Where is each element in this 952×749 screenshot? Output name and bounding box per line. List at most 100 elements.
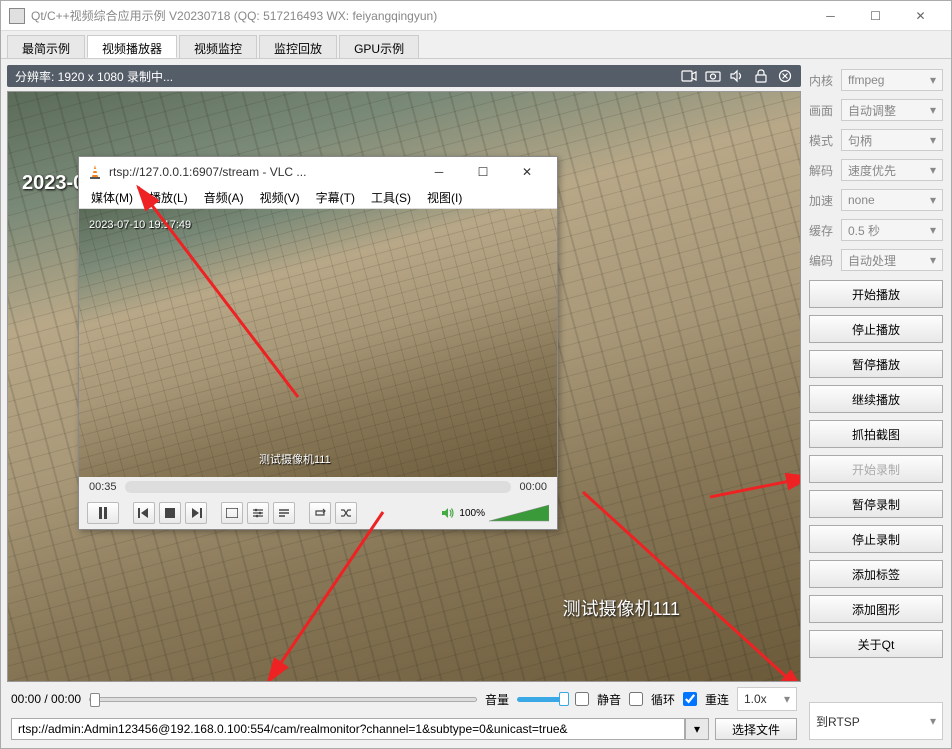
vlc-menu-tools[interactable]: 工具(S) bbox=[371, 189, 411, 206]
vlc-video-view[interactable]: 2023-07-10 19:17:49 测试摄像机111 bbox=[79, 209, 557, 477]
video-view[interactable]: 2023-0 测试摄像机111 测试摄像机111 rtsp://127.0.0.… bbox=[7, 91, 801, 682]
vlc-prev-button[interactable] bbox=[133, 502, 155, 524]
url-dropdown-button[interactable]: ▾ bbox=[685, 718, 709, 740]
volume-label: 音量 bbox=[485, 691, 509, 708]
seek-slider[interactable] bbox=[89, 697, 477, 702]
vlc-menu-media[interactable]: 媒体(M) bbox=[91, 189, 133, 206]
vlc-volume-wedge[interactable] bbox=[489, 504, 549, 522]
vlc-speaker-icon[interactable] bbox=[441, 506, 455, 520]
status-text: 分辨率: 1920 x 1080 录制中... bbox=[15, 68, 681, 85]
vlc-minimize-button[interactable]: ─ bbox=[417, 158, 461, 186]
window-title: Qt/C++视频综合应用示例 V20230718 (QQ: 517216493 … bbox=[31, 7, 808, 24]
camera-icon[interactable] bbox=[705, 69, 721, 83]
reconnect-label: 重连 bbox=[705, 691, 729, 708]
mute-checkbox[interactable] bbox=[575, 692, 589, 706]
sound-icon[interactable] bbox=[729, 69, 745, 83]
vlc-osd-watermark: 测试摄像机111 bbox=[259, 451, 331, 467]
reconnect-checkbox[interactable] bbox=[683, 692, 697, 706]
btn-snapshot[interactable]: 抓拍截图 bbox=[809, 420, 943, 448]
vlc-stop-button[interactable] bbox=[159, 502, 181, 524]
vlc-current-time: 00:35 bbox=[89, 481, 117, 493]
vlc-loop-button[interactable] bbox=[309, 502, 331, 524]
tab-playback[interactable]: 监控回放 bbox=[259, 35, 337, 58]
tab-player[interactable]: 视频播放器 bbox=[87, 35, 177, 58]
vlc-cone-icon bbox=[87, 164, 103, 180]
close-osd-icon[interactable] bbox=[777, 69, 793, 83]
label-cache: 缓存 bbox=[809, 222, 837, 239]
vlc-title: rtsp://127.0.0.1:6907/stream - VLC ... bbox=[109, 165, 417, 179]
minimize-button[interactable]: ─ bbox=[808, 2, 853, 30]
combo-codec[interactable]: 自动处理 bbox=[841, 249, 943, 271]
vlc-close-button[interactable]: ✕ bbox=[505, 158, 549, 186]
btn-add-shape[interactable]: 添加图形 bbox=[809, 595, 943, 623]
vlc-menu-subtitle[interactable]: 字幕(T) bbox=[316, 189, 355, 206]
loop-checkbox[interactable] bbox=[629, 692, 643, 706]
playback-time: 00:00 / 00:00 bbox=[11, 692, 81, 706]
combo-cache[interactable]: 0.5 秒 bbox=[841, 219, 943, 241]
combo-screen[interactable]: 自动调整 bbox=[841, 99, 943, 121]
tab-monitor[interactable]: 视频监控 bbox=[179, 35, 257, 58]
vlc-menu-play[interactable]: 播放(L) bbox=[149, 189, 188, 206]
btn-start-play[interactable]: 开始播放 bbox=[809, 280, 943, 308]
volume-slider[interactable] bbox=[517, 697, 567, 702]
osd-watermark: 测试摄像机111 bbox=[563, 595, 680, 621]
osd-date: 2023-0 bbox=[22, 172, 84, 195]
btn-pause-record[interactable]: 暂停录制 bbox=[809, 490, 943, 518]
label-mode: 模式 bbox=[809, 132, 837, 149]
vlc-next-button[interactable] bbox=[185, 502, 207, 524]
vlc-seekbar: 00:35 00:00 bbox=[79, 477, 557, 497]
vlc-maximize-button[interactable]: ☐ bbox=[461, 158, 505, 186]
url-row: ▾ 选择文件 bbox=[7, 716, 801, 742]
combo-mode[interactable]: 句柄 bbox=[841, 129, 943, 151]
vlc-end-time: 00:00 bbox=[519, 481, 547, 493]
titlebar: Qt/C++视频综合应用示例 V20230718 (QQ: 517216493 … bbox=[1, 1, 951, 31]
btn-pause-play[interactable]: 暂停播放 bbox=[809, 350, 943, 378]
vlc-fullscreen-button[interactable] bbox=[221, 502, 243, 524]
close-button[interactable]: ✕ bbox=[898, 2, 943, 30]
record-icon[interactable] bbox=[681, 69, 697, 83]
mute-label: 静音 bbox=[597, 691, 621, 708]
loop-label: 循环 bbox=[651, 691, 675, 708]
btn-about-qt[interactable]: 关于Qt bbox=[809, 630, 943, 658]
app-icon bbox=[9, 8, 25, 24]
vlc-playlist-button[interactable] bbox=[273, 502, 295, 524]
vlc-osd-time: 2023-07-10 19:17:49 bbox=[89, 219, 191, 231]
btn-stop-play[interactable]: 停止播放 bbox=[809, 315, 943, 343]
btn-add-label[interactable]: 添加标签 bbox=[809, 560, 943, 588]
side-panel: 内核ffmpeg 画面自动调整 模式句柄 解码速度优先 加速none 缓存0.5… bbox=[807, 65, 945, 742]
tab-gpu[interactable]: GPU示例 bbox=[339, 35, 419, 58]
btn-resume-play[interactable]: 继续播放 bbox=[809, 385, 943, 413]
label-decode: 解码 bbox=[809, 162, 837, 179]
combo-accel[interactable]: none bbox=[841, 189, 943, 211]
vlc-extended-button[interactable] bbox=[247, 502, 269, 524]
combo-core[interactable]: ffmpeg bbox=[841, 69, 943, 91]
vlc-menu-video[interactable]: 视频(V) bbox=[260, 189, 300, 206]
vlc-menu-audio[interactable]: 音频(A) bbox=[204, 189, 244, 206]
tab-bar: 最简示例 视频播放器 视频监控 监控回放 GPU示例 bbox=[1, 31, 951, 59]
label-screen: 画面 bbox=[809, 102, 837, 119]
speed-combo[interactable]: 1.0x bbox=[737, 687, 797, 711]
lock-icon[interactable] bbox=[753, 69, 769, 83]
tab-simple[interactable]: 最简示例 bbox=[7, 35, 85, 58]
label-accel: 加速 bbox=[809, 192, 837, 209]
vlc-menu-view[interactable]: 视图(I) bbox=[427, 189, 462, 206]
combo-decode[interactable]: 速度优先 bbox=[841, 159, 943, 181]
url-input[interactable] bbox=[11, 718, 685, 740]
maximize-button[interactable]: ☐ bbox=[853, 2, 898, 30]
select-file-button[interactable]: 选择文件 bbox=[715, 718, 797, 740]
status-bar: 分辨率: 1920 x 1080 录制中... bbox=[7, 65, 801, 87]
label-codec: 编码 bbox=[809, 252, 837, 269]
vlc-seek-track[interactable] bbox=[125, 481, 512, 493]
vlc-menubar: 媒体(M) 播放(L) 音频(A) 视频(V) 字幕(T) 工具(S) 视图(I… bbox=[79, 187, 557, 209]
btn-start-record[interactable]: 开始录制 bbox=[809, 455, 943, 483]
vlc-controls: 100% bbox=[79, 497, 557, 529]
vlc-pause-button[interactable] bbox=[87, 502, 119, 524]
btn-stop-record[interactable]: 停止录制 bbox=[809, 525, 943, 553]
vlc-volume-label: 100% bbox=[459, 508, 485, 519]
vlc-shuffle-button[interactable] bbox=[335, 502, 357, 524]
vlc-window[interactable]: rtsp://127.0.0.1:6907/stream - VLC ... ─… bbox=[78, 156, 558, 530]
playback-row: 00:00 / 00:00 音量 静音 循环 重连 1.0x bbox=[7, 686, 801, 712]
target-combo[interactable]: 到RTSP bbox=[809, 702, 943, 740]
vlc-titlebar[interactable]: rtsp://127.0.0.1:6907/stream - VLC ... ─… bbox=[79, 157, 557, 187]
label-core: 内核 bbox=[809, 72, 837, 89]
